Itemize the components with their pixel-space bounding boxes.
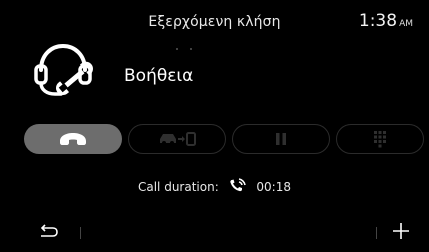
clock-time: 1:38 (358, 11, 398, 31)
end-call-button[interactable] (24, 124, 122, 154)
dialpad-icon (374, 131, 386, 148)
outgoing-call-icon (229, 178, 247, 195)
add-button[interactable] (391, 221, 411, 241)
pause-button[interactable] (232, 124, 330, 154)
contact-name: Βοήθεια (124, 66, 194, 86)
decorative-dot (190, 48, 192, 50)
keypad-button[interactable] (336, 124, 424, 154)
call-controls (24, 124, 424, 156)
hang-up-icon (60, 133, 86, 145)
car-to-phone-icon (160, 132, 196, 146)
transfer-to-phone-button[interactable] (128, 124, 226, 154)
call-duration-row: Call duration: 00:18 (0, 178, 429, 195)
pause-icon (276, 133, 286, 145)
decorative-dot (176, 48, 178, 50)
plus-icon (393, 223, 409, 239)
back-arrow-icon (40, 224, 58, 237)
call-duration-value: 00:18 (256, 179, 291, 194)
support-headset-wrench-icon (33, 42, 97, 110)
clock-ampm: AM (399, 19, 413, 29)
footer-divider (80, 227, 81, 239)
clock: 1:38 AM (359, 11, 413, 31)
footer-divider (376, 227, 377, 239)
call-screen: Εξερχόμενη κλήση 1:38 AM Βοήθεια Call du… (0, 0, 429, 252)
back-button[interactable] (37, 224, 59, 240)
call-duration-label: Call duration: (137, 179, 219, 194)
